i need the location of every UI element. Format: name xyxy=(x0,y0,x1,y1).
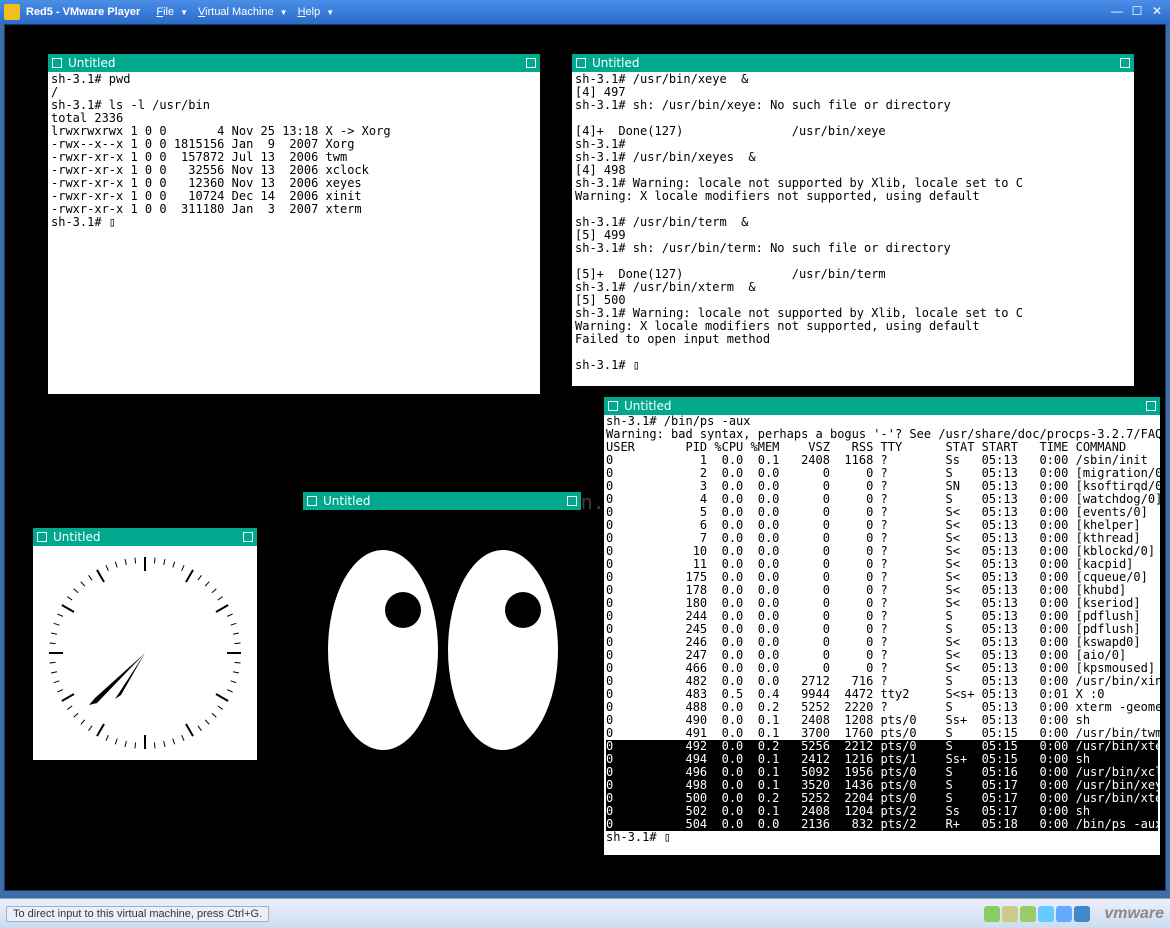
xterm1-title: Untitled xyxy=(68,56,115,70)
vmware-titlebar: Red5 - VMware Player File▼ Virtual Machi… xyxy=(0,0,1170,24)
network-icon[interactable] xyxy=(1038,906,1054,922)
xterm1-menu-icon[interactable] xyxy=(52,58,62,68)
sound-icon[interactable] xyxy=(1074,906,1090,922)
window-title: Red5 - VMware Player xyxy=(26,6,140,18)
xterm2-menu-icon[interactable] xyxy=(576,58,586,68)
cdrom-icon[interactable] xyxy=(1002,906,1018,922)
xterm1-titlebar[interactable]: Untitled xyxy=(48,54,540,72)
xterm1-content[interactable]: sh-3.1# pwd / sh-3.1# ls -l /usr/bin tot… xyxy=(48,72,540,394)
xeyes-title: Untitled xyxy=(323,494,370,508)
xterm3-content[interactable]: sh-3.1# /bin/ps -aux Warning: bad syntax… xyxy=(604,415,1160,855)
status-hint: To direct input to this virtual machine,… xyxy=(6,906,269,922)
xclock-iconify-icon[interactable] xyxy=(243,532,253,542)
xclock-menu-icon[interactable] xyxy=(37,532,47,542)
guest-display[interactable]: http://blog.csdn.net/u011 Untitled sh-3.… xyxy=(4,24,1166,891)
vmware-icon xyxy=(4,4,20,20)
usb-icon[interactable] xyxy=(1056,906,1072,922)
close-button[interactable]: ✕ xyxy=(1148,4,1166,20)
xeyes-menu-icon[interactable] xyxy=(307,496,317,506)
xterm2-iconify-icon[interactable] xyxy=(1120,58,1130,68)
xterm3-menu-icon[interactable] xyxy=(608,401,618,411)
hdd-icon[interactable] xyxy=(984,906,1000,922)
xterm2-content[interactable]: sh-3.1# /usr/bin/xeye & [4] 497 sh-3.1# … xyxy=(572,72,1134,386)
minimize-button[interactable]: — xyxy=(1108,4,1126,20)
menu-virtual-machine[interactable]: Virtual Machine xyxy=(198,6,274,18)
xterm3-iconify-icon[interactable] xyxy=(1146,401,1156,411)
xterm3-title: Untitled xyxy=(624,399,671,413)
floppy-icon[interactable] xyxy=(1020,906,1036,922)
device-tray: vmware xyxy=(984,905,1164,923)
xterm3-titlebar[interactable]: Untitled xyxy=(604,397,1160,415)
xeyes-iconify-icon[interactable] xyxy=(567,496,577,506)
vmware-brand: vmware xyxy=(1104,905,1164,923)
menu-file[interactable]: File xyxy=(156,6,174,18)
vmware-statusbar: To direct input to this virtual machine,… xyxy=(0,898,1170,928)
xterm1-iconify-icon[interactable] xyxy=(526,58,536,68)
xeyes-titlebar[interactable]: Untitled xyxy=(303,492,581,510)
xclock-title: Untitled xyxy=(53,530,100,544)
xeyes-canvas xyxy=(303,510,581,800)
menu-help[interactable]: Help xyxy=(298,6,321,18)
xclock-face xyxy=(33,546,257,760)
maximize-button[interactable]: ☐ xyxy=(1128,4,1146,20)
xterm2-title: Untitled xyxy=(592,56,639,70)
xclock-titlebar[interactable]: Untitled xyxy=(33,528,257,546)
xterm2-titlebar[interactable]: Untitled xyxy=(572,54,1134,72)
